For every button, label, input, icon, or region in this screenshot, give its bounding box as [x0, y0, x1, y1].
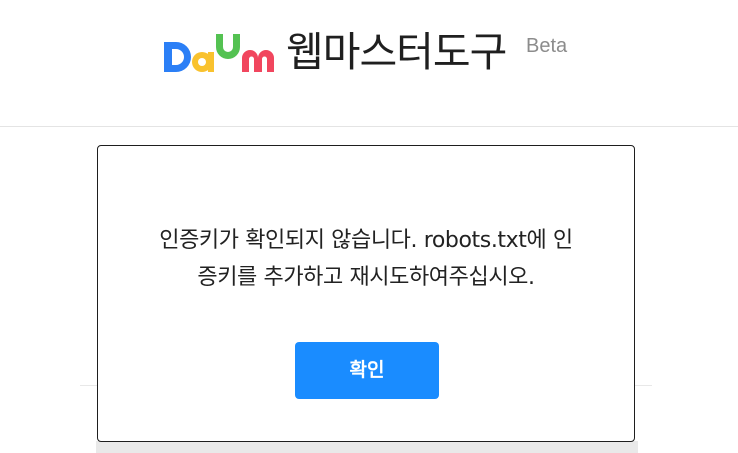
dialog-message: 인증키가 확인되지 않습니다. robots.txt에 인 증키를 추가하고 재…	[98, 222, 634, 296]
dialog-message-line-1: 인증키가 확인되지 않습니다. robots.txt에 인	[159, 228, 573, 253]
daum-logo[interactable]	[162, 30, 278, 76]
service-title: 웹마스터도구	[286, 28, 507, 76]
dialog-message-line-2: 증키를 추가하고 재시도하여주십시오.	[197, 265, 535, 290]
site-header: 웹마스터도구 Beta	[0, 0, 738, 127]
confirm-button[interactable]: 확인	[295, 342, 439, 399]
beta-label: Beta	[526, 35, 568, 57]
background-panel-edge	[96, 441, 638, 453]
alert-dialog: 인증키가 확인되지 않습니다. robots.txt에 인 증키를 추가하고 재…	[97, 145, 635, 442]
